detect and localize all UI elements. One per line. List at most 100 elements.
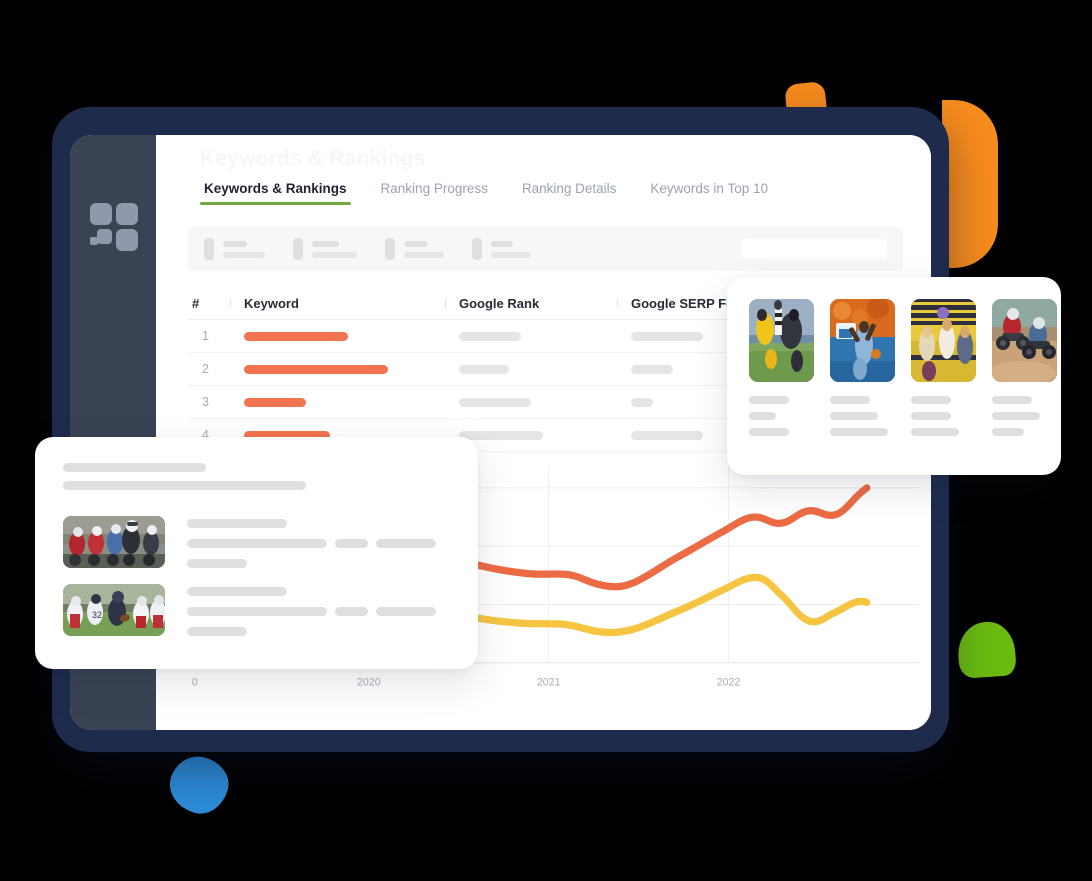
- tab-keywords-in-top-10[interactable]: Keywords in Top 10: [646, 181, 772, 205]
- tab-keywords-and-rankings[interactable]: Keywords & Rankings: [200, 181, 351, 205]
- cell-keyword: [230, 331, 445, 341]
- skeleton-line: [830, 396, 870, 404]
- card-header-skeleton: [63, 463, 450, 490]
- filter-bar: [188, 227, 903, 271]
- image-result-cell[interactable]: [749, 299, 814, 436]
- filter-label-skeleton: [223, 240, 265, 258]
- skeleton-line: [491, 251, 531, 258]
- skeleton-line: [187, 539, 327, 548]
- motocross-riders-photo: [992, 299, 1057, 382]
- tab-bar: Keywords & Rankings Ranking Progress Ran…: [200, 181, 772, 205]
- skeleton-line: [223, 251, 265, 258]
- serp-bar: [631, 397, 653, 407]
- cell-google-rank: [445, 397, 617, 407]
- skeleton-line: [911, 396, 951, 404]
- logo-square-top-right: [116, 203, 138, 225]
- illustration-stage: Keywords & Rankings Keywords & Rankings …: [0, 0, 1092, 881]
- rank-bar: [459, 430, 543, 440]
- skeleton-line: [749, 428, 789, 436]
- skeleton-line: [376, 539, 436, 548]
- x-tick-label-2021: 2021: [537, 676, 561, 688]
- skeleton-line: [830, 412, 878, 420]
- cell-row-number: 2: [202, 362, 209, 376]
- cell-google-rank: [445, 331, 617, 341]
- tab-ranking-details[interactable]: Ranking Details: [518, 181, 621, 205]
- cell-row-number: 1: [202, 329, 209, 343]
- x-tick-label-0: 0: [192, 676, 198, 688]
- page-title: Keywords & Rankings: [200, 147, 426, 170]
- column-header-google-rank[interactable]: Google Rank: [445, 296, 617, 311]
- skeleton-line: [312, 240, 339, 247]
- logo-square-bottom-left: [97, 229, 112, 244]
- column-header-number[interactable]: #: [188, 296, 230, 311]
- blue-blob-decoration: [164, 750, 234, 820]
- rank-bar: [459, 331, 521, 341]
- skeleton-line: [830, 428, 888, 436]
- skeleton-line: [187, 519, 287, 528]
- skeleton-line: [911, 412, 951, 420]
- skeleton-line: [491, 240, 513, 247]
- keyword-bar: [244, 397, 306, 407]
- skeleton-line: [992, 396, 1032, 404]
- media-result-row[interactable]: [63, 516, 450, 568]
- skeleton-line: [404, 240, 428, 247]
- skeleton-line: [187, 559, 247, 568]
- skeleton-line: [187, 627, 247, 636]
- x-tick-label-2020: 2020: [357, 676, 381, 688]
- search-input[interactable]: [741, 239, 887, 259]
- keyword-bar: [244, 364, 388, 374]
- skeleton-line: [911, 428, 959, 436]
- image-results-grid: [749, 299, 1057, 436]
- serp-bar: [631, 430, 703, 440]
- grid-dashboard-icon[interactable]: [90, 203, 140, 253]
- skeleton-line: [223, 240, 247, 247]
- serp-image-results-card: [727, 277, 1061, 475]
- media-text-skeleton: [187, 584, 450, 636]
- keyword-preview-card: 32: [35, 437, 478, 669]
- cell-keyword: [230, 364, 445, 374]
- skeleton-line: [335, 607, 368, 616]
- skeleton-line: [312, 251, 357, 258]
- skeleton-line: [187, 607, 327, 616]
- filter-chip-icon: [293, 238, 303, 260]
- skeleton-line-group: [187, 607, 450, 616]
- skeleton-line: [63, 463, 206, 472]
- column-header-keyword[interactable]: Keyword: [230, 296, 445, 311]
- skeleton-line: [335, 539, 368, 548]
- filter-label-skeleton: [312, 240, 357, 258]
- image-result-cell[interactable]: [830, 299, 895, 436]
- skeleton-line: [749, 396, 789, 404]
- filter-item-3[interactable]: [385, 238, 444, 260]
- skeleton-line: [376, 607, 436, 616]
- image-result-cell[interactable]: [911, 299, 976, 436]
- filter-chip-icon: [385, 238, 395, 260]
- x-tick-label-2022: 2022: [717, 676, 741, 688]
- rank-bar: [459, 397, 531, 407]
- filter-chip-icon: [472, 238, 482, 260]
- logo-square-top-left: [90, 203, 112, 225]
- cell-keyword: [230, 397, 445, 407]
- media-result-row[interactable]: 32: [63, 584, 450, 636]
- tab-ranking-progress[interactable]: Ranking Progress: [377, 181, 492, 205]
- american-football-photo: 32: [63, 584, 165, 636]
- cycling-race-photo: [63, 516, 165, 568]
- filter-item-1[interactable]: [204, 238, 265, 260]
- cell-row-number: 3: [202, 395, 209, 409]
- basketball-dunk-photo: [830, 299, 895, 382]
- media-text-skeleton: [187, 516, 450, 568]
- filter-item-2[interactable]: [293, 238, 357, 260]
- keyword-bar: [244, 331, 348, 341]
- filter-chip-icon: [204, 238, 214, 260]
- serp-bar: [631, 364, 673, 374]
- filter-label-skeleton: [404, 240, 444, 258]
- skeleton-line-group: [187, 539, 450, 548]
- serp-bar: [631, 331, 703, 341]
- skeleton-line-group: [187, 559, 450, 568]
- image-result-cell[interactable]: [992, 299, 1057, 436]
- football-tackle-photo: [749, 299, 814, 382]
- skeleton-line: [992, 412, 1040, 420]
- svg-text:32: 32: [92, 610, 102, 620]
- cell-google-rank: [445, 430, 617, 440]
- skeleton-line: [992, 428, 1024, 436]
- filter-item-4[interactable]: [472, 238, 531, 260]
